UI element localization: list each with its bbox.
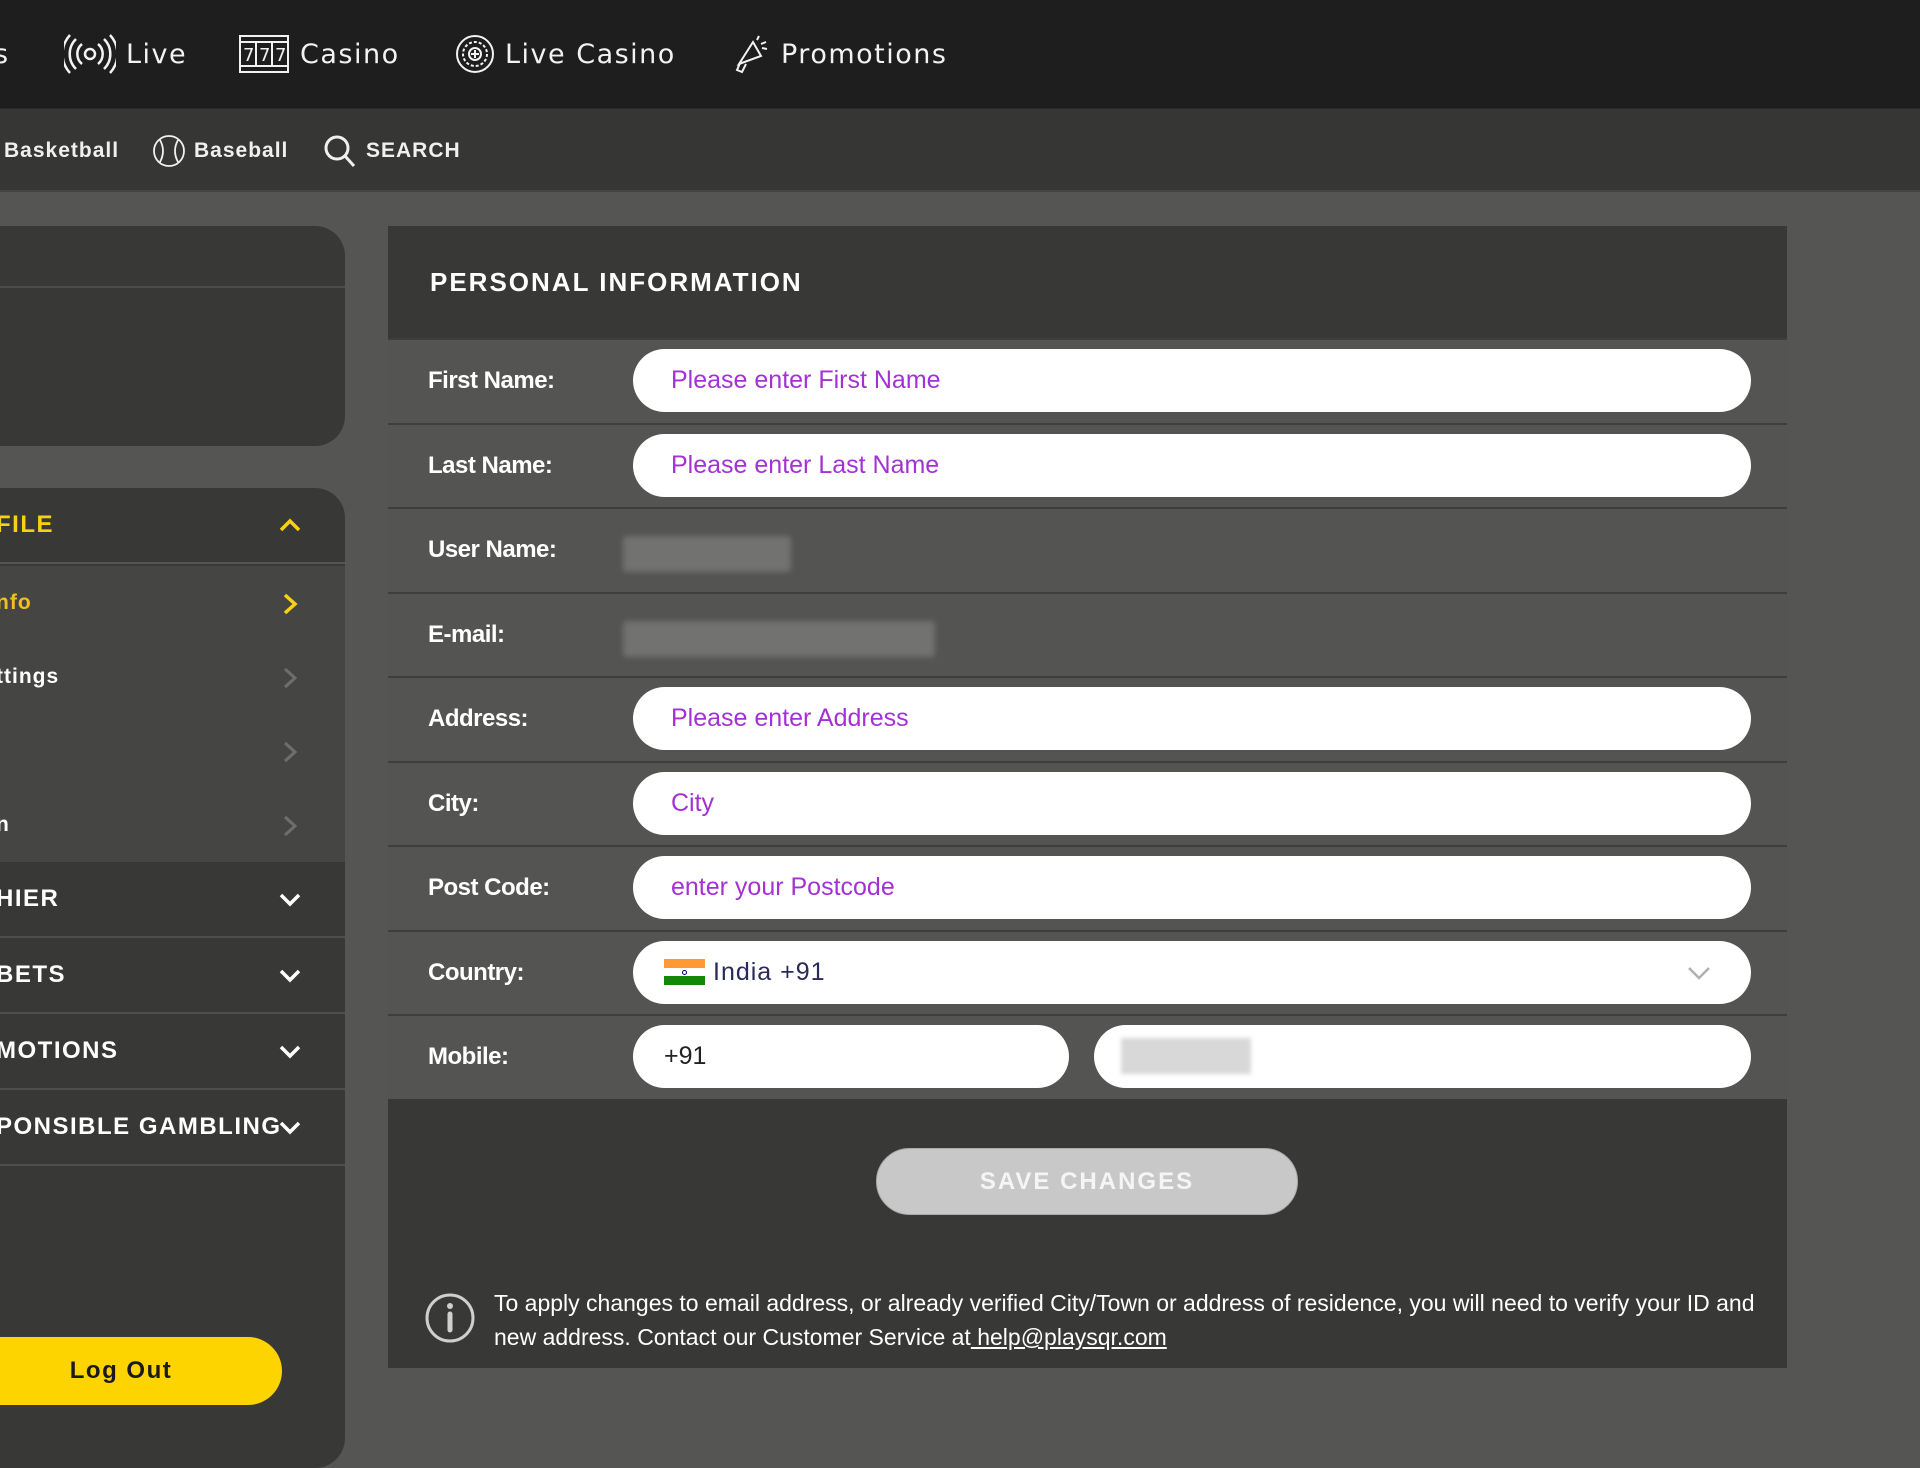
field-label: Country: <box>428 958 524 986</box>
nav-item-label: Promotions <box>781 38 948 70</box>
field-label: First Name: <box>428 367 555 395</box>
chevron-up-icon <box>279 518 301 532</box>
sidebar-section-bets[interactable]: BETS <box>0 938 345 1014</box>
sports-subnav: Basketball Baseball SEARCH <box>0 108 1920 192</box>
svg-text:7: 7 <box>243 45 256 66</box>
address-input[interactable] <box>633 687 1751 750</box>
country-selected-value: India +91 <box>713 957 826 986</box>
post-code-input[interactable] <box>633 856 1751 919</box>
section-label: FILE <box>0 511 54 538</box>
india-flag-icon <box>664 959 705 986</box>
chevron-down-icon <box>279 969 301 983</box>
field-label: Address: <box>428 705 529 733</box>
info-text: To apply changes to email address, or al… <box>494 1286 1764 1354</box>
info-notice: To apply changes to email address, or al… <box>424 1286 1764 1354</box>
personal-information-panel: PERSONAL INFORMATION First Name: Last Na… <box>388 226 1787 1368</box>
row-mobile: Mobile: <box>388 1014 1787 1099</box>
row-address: Address: <box>388 676 1787 761</box>
sidebar-item-personal-info[interactable]: nfo <box>0 566 345 640</box>
save-changes-button[interactable]: SAVE CHANGES <box>876 1148 1298 1215</box>
subnav-basketball[interactable]: Basketball <box>4 131 119 171</box>
city-input[interactable] <box>633 771 1751 835</box>
sidebar-item-3[interactable] <box>0 714 345 788</box>
country-select[interactable]: India +91 <box>633 940 1751 1004</box>
info-icon <box>425 1293 475 1343</box>
row-country: Country: India +91 <box>388 929 1787 1014</box>
sidebar-account-box <box>0 226 345 446</box>
megaphone-icon <box>735 35 768 74</box>
chevron-down-icon <box>1688 966 1710 980</box>
field-label: City: <box>428 789 479 817</box>
nav-item-sports[interactable]: s <box>0 32 10 76</box>
sidebar-item-settings[interactable]: ttings <box>0 640 345 714</box>
field-label: User Name: <box>428 536 557 564</box>
subnav-baseball[interactable]: Baseball <box>152 131 288 171</box>
subnav-label: Basketball <box>4 139 120 162</box>
nav-item-label: Live <box>126 38 188 70</box>
chevron-right-icon <box>283 741 298 763</box>
baseball-icon <box>153 135 185 167</box>
row-first-name: First Name: <box>388 338 1787 423</box>
nav-item-label: Live Casino <box>505 38 676 70</box>
first-name-input[interactable] <box>633 349 1751 412</box>
item-label: nfo <box>0 591 32 614</box>
nav-item-casino[interactable]: 777 Casino <box>238 32 400 76</box>
nav-item-live[interactable]: Live <box>64 32 187 76</box>
last-name-input[interactable] <box>633 433 1751 497</box>
chevron-down-icon <box>279 1045 301 1059</box>
mobile-number-input[interactable] <box>1094 1025 1751 1088</box>
row-city: City: <box>388 760 1787 845</box>
sidebar-menu: FILE nfo ttings n HIER BETS MOTIONS PONS… <box>0 488 345 1468</box>
broadcast-icon <box>64 34 116 74</box>
chevron-down-icon <box>279 1121 301 1135</box>
field-label: Mobile: <box>428 1043 509 1071</box>
nav-item-label: Casino <box>300 38 400 70</box>
nav-item-promotions[interactable]: Promotions <box>731 32 947 76</box>
sidebar-section-promotions[interactable]: MOTIONS <box>0 1014 345 1090</box>
row-post-code: Post Code: <box>388 845 1787 930</box>
panel-title: PERSONAL INFORMATION <box>430 266 803 297</box>
section-label: BETS <box>0 961 67 988</box>
divider <box>0 286 345 288</box>
username-value-redacted <box>623 536 791 572</box>
chevron-down-icon <box>279 893 301 907</box>
sidebar-section-cashier[interactable]: HIER <box>0 862 345 938</box>
section-label: MOTIONS <box>0 1037 119 1064</box>
support-email-link[interactable]: help@playsqr.com <box>971 1324 1167 1350</box>
nav-item-live-casino[interactable]: Live Casino <box>455 32 676 76</box>
logout-button[interactable]: Log Out <box>0 1337 282 1405</box>
sidebar-section-responsible-gambling[interactable]: PONSIBLE GAMBLING <box>0 1090 345 1166</box>
item-label: ttings <box>0 665 60 688</box>
row-email: E-mail: <box>388 591 1787 676</box>
mobile-code-input[interactable] <box>633 1025 1069 1088</box>
sidebar-item-4[interactable]: n <box>0 788 345 862</box>
profile-submenu: nfo ttings n <box>0 566 345 862</box>
sidebar-section-profile[interactable]: FILE <box>0 488 345 564</box>
row-last-name: Last Name: <box>388 422 1787 507</box>
section-label: HIER <box>0 885 60 912</box>
email-value-redacted <box>623 620 935 657</box>
mobile-number-redacted <box>1121 1038 1251 1074</box>
search-icon <box>324 135 356 168</box>
field-label: Last Name: <box>428 451 553 479</box>
form-rows: First Name: Last Name: User Name: E-mail… <box>388 338 1787 1099</box>
svg-text:7: 7 <box>259 45 272 66</box>
slot-777-icon: 777 <box>239 35 289 73</box>
item-label: n <box>0 813 10 836</box>
row-user-name: User Name: <box>388 507 1787 592</box>
subnav-label: Baseball <box>194 139 289 162</box>
field-label: Post Code: <box>428 874 550 902</box>
chevron-right-icon <box>283 667 298 689</box>
subnav-label: SEARCH <box>366 139 461 162</box>
svg-text:7: 7 <box>275 45 288 66</box>
chevron-right-icon <box>283 593 298 615</box>
roulette-icon <box>456 35 494 73</box>
top-navigation-bar: s Live 777 Casino Live Casino Promotions <box>0 0 1920 108</box>
field-label: E-mail: <box>428 620 505 648</box>
section-label: PONSIBLE GAMBLING <box>0 1113 282 1140</box>
subnav-search[interactable]: SEARCH <box>322 131 461 171</box>
nav-item-label: s <box>0 38 10 70</box>
chevron-right-icon <box>283 815 298 837</box>
